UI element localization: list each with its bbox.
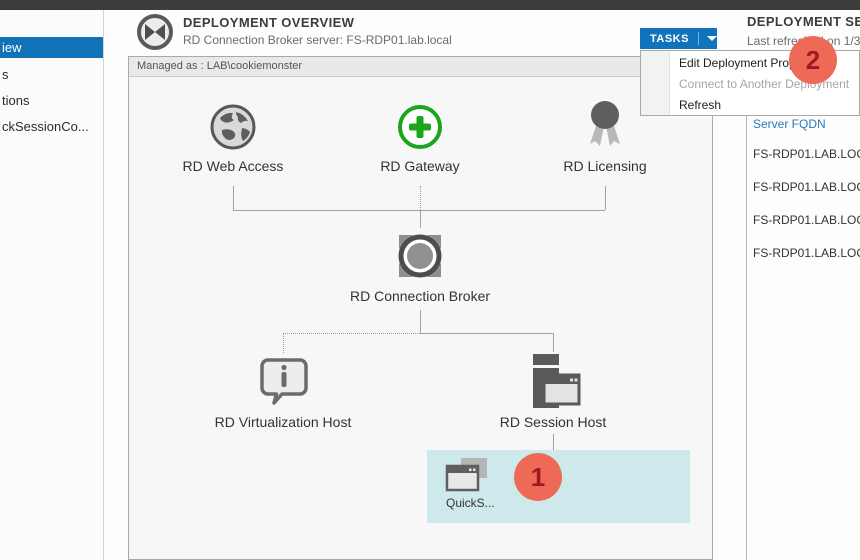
menu-icon-gutter [641, 51, 670, 115]
connector-line [553, 434, 554, 451]
connector-line [233, 186, 234, 210]
broker-expand-circle-icon[interactable] [391, 227, 449, 290]
sidebar-item-servers[interactable]: s [0, 64, 103, 85]
page-title: DEPLOYMENT OVERVIEW [183, 15, 354, 30]
table-left-border [746, 113, 747, 560]
connector-line-dotted [283, 333, 284, 353]
sidebar: iew s tions ckSessionCo... [0, 10, 104, 560]
connector-line [233, 210, 605, 211]
node-label-rd-gateway: RD Gateway [340, 158, 500, 174]
node-label-rd-session-host: RD Session Host [463, 414, 643, 430]
annotation-badge-2: 2 [789, 36, 837, 84]
connector-line-dotted [283, 333, 420, 334]
windows-collection-icon[interactable] [444, 456, 490, 499]
menu-item-refresh[interactable]: Refresh [679, 95, 721, 116]
info-speech-bubble-icon[interactable] [258, 356, 310, 411]
deployment-servers-title: DEPLOYMENT SERVERS [747, 14, 860, 29]
sidebar-item-collections[interactable]: tions [0, 90, 103, 111]
tasks-button[interactable]: TASKS [640, 28, 717, 49]
server-row[interactable]: FS-RDP01.LAB.LOCAL [753, 213, 860, 227]
rds-remote-desktop-icon [136, 13, 174, 51]
connector-line [420, 210, 421, 228]
globe-icon[interactable] [210, 104, 256, 155]
node-label-rd-connection-broker: RD Connection Broker [330, 288, 510, 304]
sidebar-item-quicksessioncollection[interactable]: ckSessionCo... [0, 116, 103, 137]
server-window-icon[interactable] [527, 352, 581, 415]
tasks-button-divider [698, 32, 699, 45]
connector-line [553, 333, 554, 352]
broker-server-subtitle: RD Connection Broker server: FS-RDP01.la… [183, 33, 452, 47]
connector-line [420, 333, 553, 334]
server-row[interactable]: FS-RDP01.LAB.LOCAL [753, 180, 860, 194]
green-plus-circle-icon[interactable] [397, 104, 443, 155]
server-manager-window: iew s tions ckSessionCo... DEPLOYMENT OV… [0, 0, 860, 560]
annotation-badge-1: 1 [514, 453, 562, 501]
medal-ribbon-icon[interactable] [583, 100, 627, 159]
tasks-button-label: TASKS [640, 33, 689, 45]
sidebar-item-overview[interactable]: iew [0, 37, 103, 58]
managed-as-bar: Managed as : LAB\cookiemonster [128, 56, 713, 77]
connector-line [420, 310, 421, 333]
node-label-rd-web-access: RD Web Access [153, 158, 313, 174]
server-row[interactable]: FS-RDP01.LAB.LOCAL [753, 147, 860, 161]
column-header-server-fqdn[interactable]: Server FQDN [753, 117, 826, 131]
node-label-rd-licensing: RD Licensing [525, 158, 685, 174]
connector-line [605, 186, 606, 210]
chevron-down-icon [707, 36, 717, 41]
server-row[interactable]: FS-RDP01.LAB.LOCAL [753, 246, 860, 260]
window-top-bar [0, 0, 860, 10]
node-label-rd-virtualization-host: RD Virtualization Host [193, 414, 373, 430]
connector-line-dotted [420, 186, 421, 210]
